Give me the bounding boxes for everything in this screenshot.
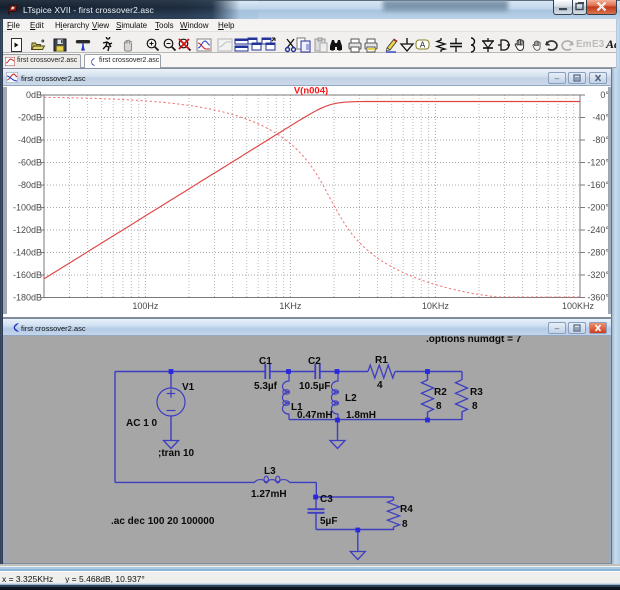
- svg-text:10KHz: 10KHz: [422, 301, 450, 311]
- svg-text:-280°: -280°: [587, 248, 609, 258]
- svg-text:5.3µf: 5.3µf: [254, 381, 278, 392]
- svg-text:-120dB: -120dB: [13, 225, 42, 235]
- svg-text:-20dB: -20dB: [18, 113, 42, 123]
- svg-text:L2: L2: [345, 393, 357, 404]
- svg-text:8: 8: [472, 401, 478, 412]
- svg-text:-40°: -40°: [592, 113, 609, 123]
- svg-text:10.5µF: 10.5µF: [299, 381, 330, 392]
- svg-text:C3: C3: [320, 494, 333, 505]
- svg-text:-160dB: -160dB: [13, 270, 42, 280]
- svg-text:V1: V1: [182, 382, 195, 393]
- svg-text:C2: C2: [308, 356, 321, 367]
- svg-text:-120°: -120°: [587, 158, 609, 168]
- svg-text:8: 8: [436, 401, 442, 412]
- svg-text:-200°: -200°: [587, 203, 609, 213]
- svg-text:L3: L3: [264, 466, 276, 477]
- svg-text:-60dB: -60dB: [18, 158, 42, 168]
- svg-text:1.8mH: 1.8mH: [346, 410, 376, 421]
- svg-text:V(n004): V(n004): [294, 86, 328, 97]
- svg-text:4: 4: [377, 380, 383, 391]
- svg-text:-240°: -240°: [587, 225, 609, 235]
- svg-text:;tran 10: ;tran 10: [158, 448, 195, 459]
- svg-text:-160°: -160°: [587, 180, 609, 190]
- svg-text:.options numdgt = 7: .options numdgt = 7: [426, 336, 522, 345]
- svg-text:5µF: 5µF: [320, 516, 337, 527]
- svg-text:-100dB: -100dB: [13, 203, 42, 213]
- svg-text:C1: C1: [259, 356, 272, 367]
- svg-text:100KHz: 100KHz: [562, 301, 595, 311]
- svg-text:A: A: [420, 41, 426, 50]
- svg-text:-320°: -320°: [587, 270, 609, 280]
- svg-text:8: 8: [402, 519, 408, 530]
- svg-text:AC 1 0: AC 1 0: [126, 418, 158, 429]
- svg-text:R4: R4: [400, 504, 413, 515]
- svg-text:0.47mH: 0.47mH: [297, 410, 333, 421]
- svg-text:R3: R3: [470, 387, 483, 398]
- svg-text:R1: R1: [375, 355, 388, 366]
- svg-text:1KHz: 1KHz: [279, 301, 302, 311]
- svg-text:R2: R2: [434, 387, 447, 398]
- svg-text:.ac dec 100 20 100000: .ac dec 100 20 100000: [111, 516, 215, 527]
- svg-text:-80dB: -80dB: [18, 180, 42, 190]
- svg-text:-140dB: -140dB: [13, 248, 42, 258]
- svg-text:-180dB: -180dB: [13, 293, 42, 303]
- svg-text:100Hz: 100Hz: [132, 301, 159, 311]
- svg-text:-40dB: -40dB: [18, 135, 42, 145]
- svg-text:-80°: -80°: [592, 135, 609, 145]
- svg-text:1.27mH: 1.27mH: [251, 489, 287, 500]
